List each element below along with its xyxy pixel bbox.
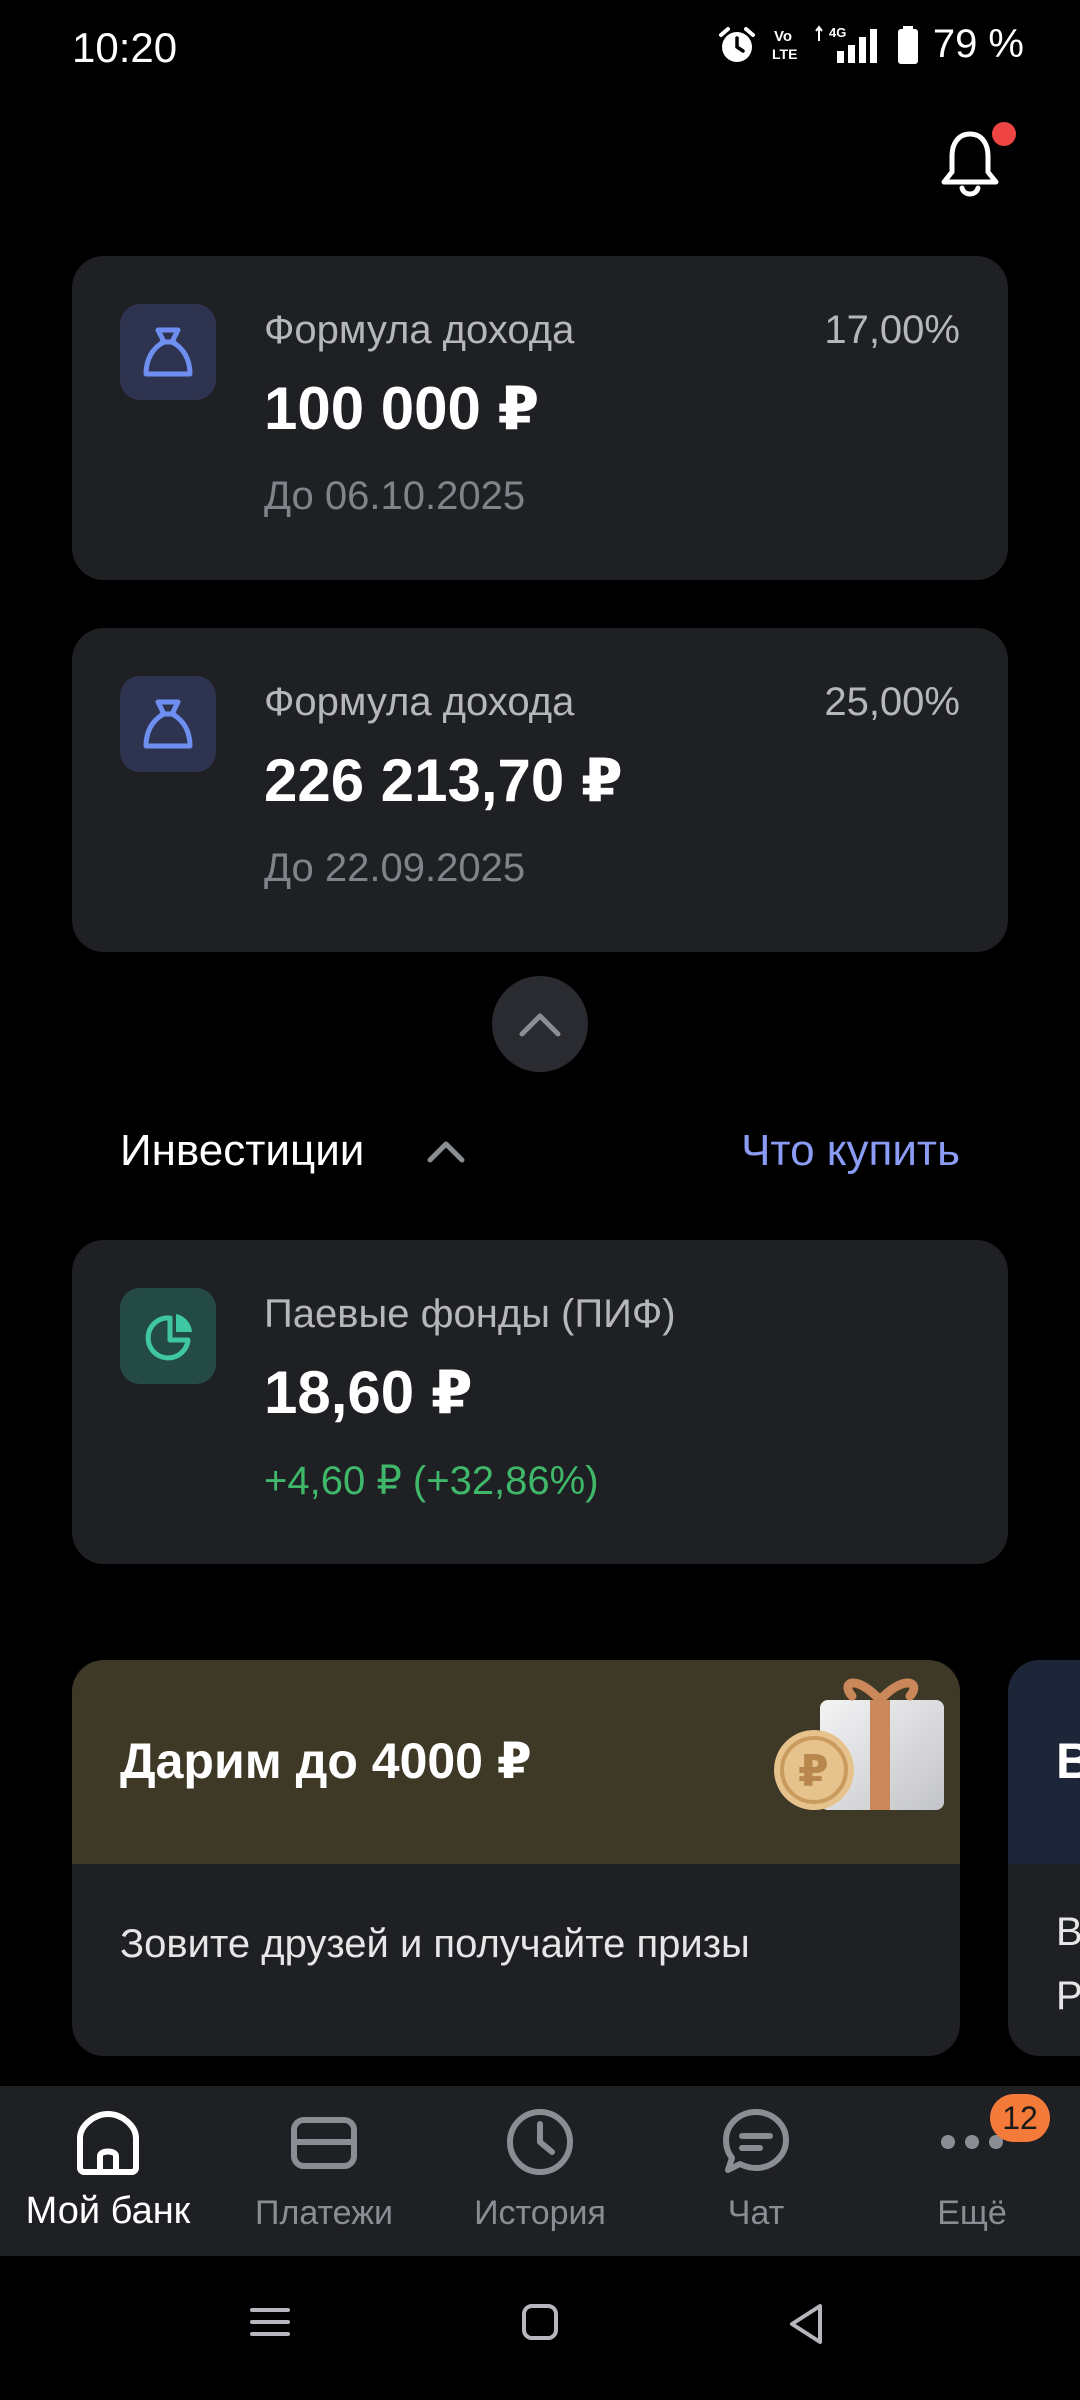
chevron-up-icon xyxy=(427,1141,465,1163)
investments-collapse-toggle[interactable] xyxy=(424,1134,468,1171)
status-time: 10:20 xyxy=(72,24,178,71)
status-icons: Vo LTE 4G 79 % xyxy=(717,22,1024,67)
deposit-name: Формула дохода xyxy=(264,308,575,352)
unread-dot xyxy=(992,122,1016,146)
nav-payments[interactable]: Платежи xyxy=(216,2086,432,2256)
fund-amount: 18,60 ₽ xyxy=(264,1359,473,1426)
nav-label: Ещё xyxy=(937,2194,1007,2232)
card-icon xyxy=(291,2117,357,2169)
promo-title: В xyxy=(1056,1733,1080,1789)
svg-text:₽: ₽ xyxy=(798,1746,829,1797)
battery-percent: 79 % xyxy=(932,22,1024,66)
nav-more[interactable]: 12 Ещё xyxy=(864,2086,1080,2256)
4g-signal-icon: 4G xyxy=(815,25,877,63)
deposit-amount: 100 000 ₽ xyxy=(264,375,540,442)
gift-coin-illustration: ₽ xyxy=(774,1678,944,1810)
nav-chat[interactable]: Чат xyxy=(648,2086,864,2256)
deposit-rate: 17,00% xyxy=(824,308,960,352)
investments-title[interactable]: Инвестиции xyxy=(120,1126,364,1176)
notification-badge: 12 xyxy=(990,2094,1050,2142)
recent-apps-icon[interactable] xyxy=(250,2302,290,2342)
promo-card-second[interactable]: В В Р xyxy=(1008,1660,1080,2056)
promo-description: В Р xyxy=(1056,1910,1080,2018)
nav-history[interactable]: История xyxy=(432,2086,648,2256)
deposit-card[interactable]: Формула дохода 17,00% 100 000 ₽ До 06.10… xyxy=(72,256,1008,580)
fund-card[interactable]: Паевые фонды (ПИФ) 18,60 ₽ +4,60 ₽ (+32,… xyxy=(72,1240,1008,1564)
system-navigation-bar xyxy=(0,2256,1080,2400)
home-icon xyxy=(77,2111,139,2175)
money-bag-icon xyxy=(120,676,216,772)
alarm-icon xyxy=(718,26,755,62)
pie-chart-icon xyxy=(120,1288,216,1384)
nav-label: История xyxy=(474,2194,606,2232)
volte-icon: Vo LTE xyxy=(772,28,797,62)
deposit-end-date: До 22.09.2025 xyxy=(264,846,526,890)
back-icon[interactable] xyxy=(786,2302,826,2346)
promo-title: Дарим до 4000 ₽ xyxy=(120,1733,532,1789)
clock-icon xyxy=(507,2109,573,2175)
svg-text:4G: 4G xyxy=(829,25,846,40)
what-to-buy-link[interactable]: Что купить xyxy=(741,1126,960,1176)
fund-change: +4,60 ₽ (+32,86%) xyxy=(264,1459,599,1503)
chevron-up-icon xyxy=(519,1013,561,1037)
promo-card-referral[interactable]: Дарим до 4000 ₽ ₽ Зовите друзей и получа… xyxy=(72,1660,960,2056)
deposit-rate: 25,00% xyxy=(824,680,960,724)
deposit-name: Формула дохода xyxy=(264,680,575,724)
deposit-amount: 226 213,70 ₽ xyxy=(264,747,623,814)
nav-label: Чат xyxy=(727,2194,785,2232)
deposit-card[interactable]: Формула дохода 25,00% 226 213,70 ₽ До 22… xyxy=(72,628,1008,952)
battery-icon xyxy=(897,25,918,64)
svg-text:Vo: Vo xyxy=(774,28,792,45)
nav-my-bank[interactable]: Мой банк xyxy=(0,2086,216,2256)
nav-label: Платежи xyxy=(255,2194,393,2232)
nav-label: Мой банк xyxy=(25,2190,191,2232)
money-bag-icon xyxy=(120,304,216,400)
collapse-button[interactable] xyxy=(492,976,588,1072)
bottom-navigation: Мой банк Платежи История Чат 12 Ещё xyxy=(0,2086,1080,2256)
fund-name: Паевые фонды (ПИФ) xyxy=(264,1292,676,1336)
chat-icon xyxy=(723,2109,789,2173)
svg-text:LTE: LTE xyxy=(772,46,797,62)
notifications-button[interactable] xyxy=(938,122,1016,200)
deposit-end-date: До 06.10.2025 xyxy=(264,474,526,518)
promo-description: Зовите друзей и получайте призы xyxy=(120,1922,750,1966)
home-button-icon[interactable] xyxy=(520,2302,560,2342)
